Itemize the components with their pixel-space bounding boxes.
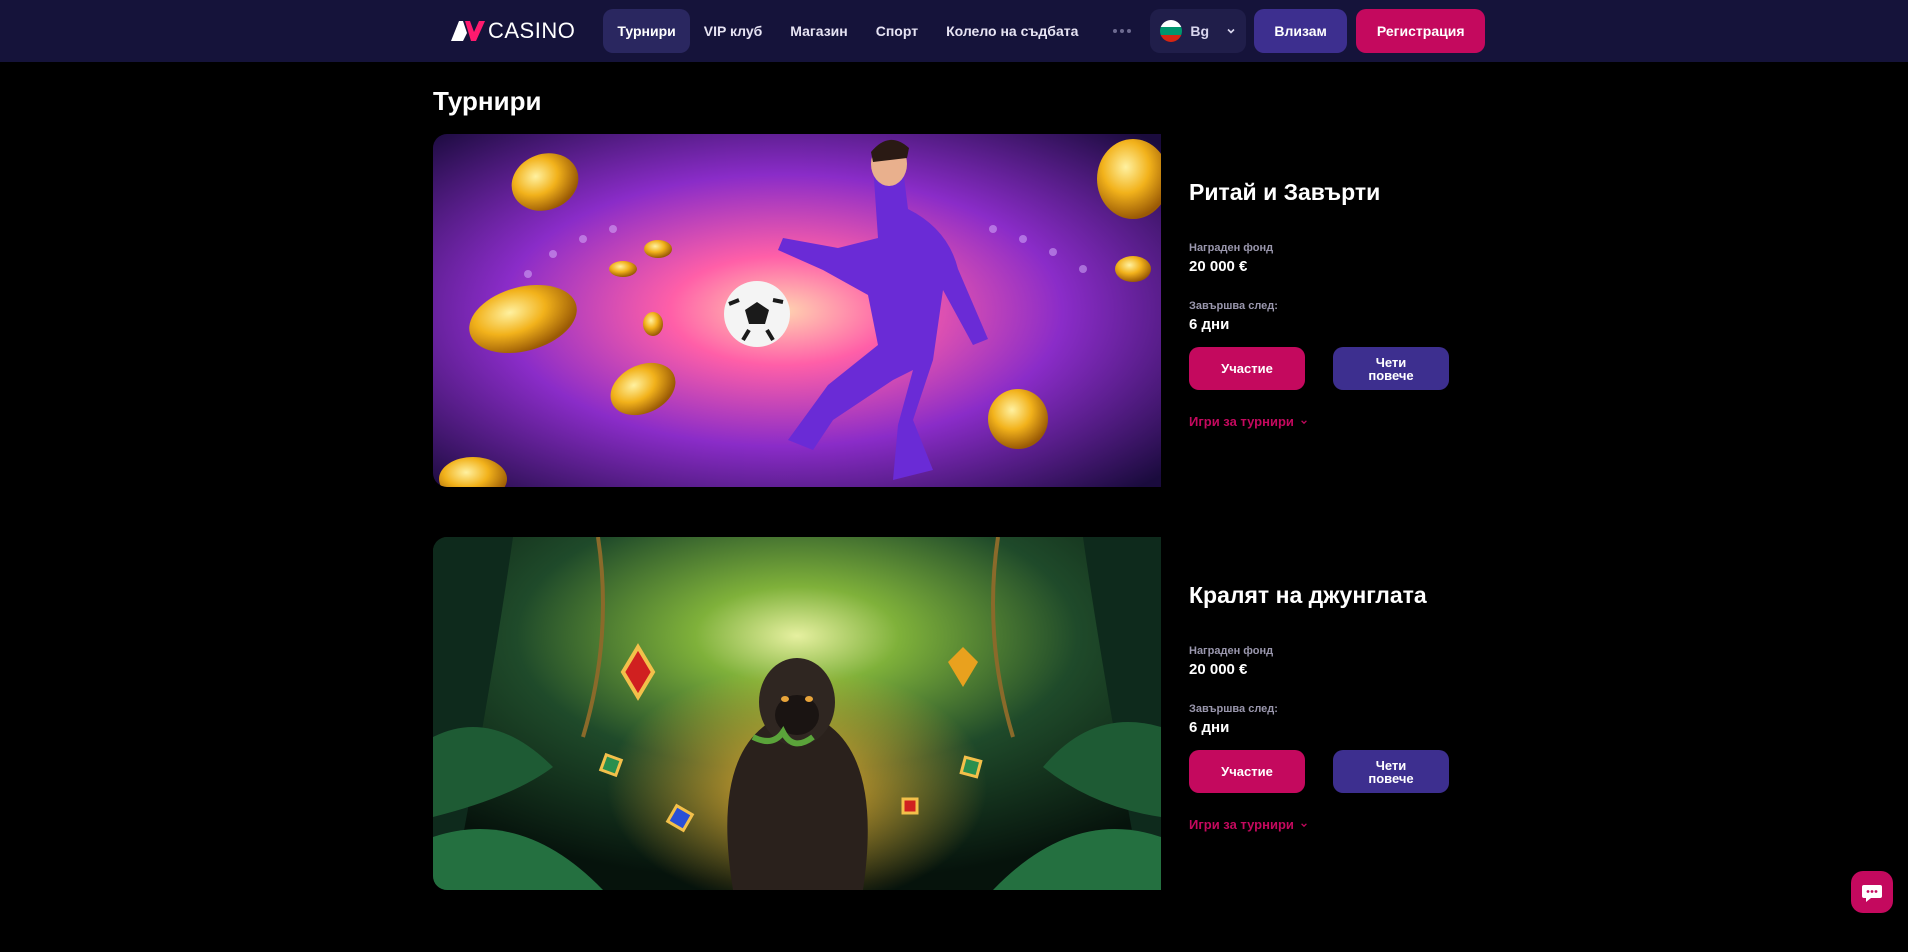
prize-fund-label: Награден фонд [1189,645,1274,657]
prize-fund-value: 20 000 € [1189,661,1248,678]
chevron-down-icon [1301,822,1307,827]
tournament-banner-soccer[interactable] [433,134,1161,487]
chevron-down-icon [1301,419,1307,424]
language-selector[interactable]: Bg [1150,9,1247,53]
tournament-banner-jungle[interactable] [433,537,1161,890]
ends-in-value: 6 дни [1189,719,1230,736]
logo-text: CASINO [488,18,576,43]
read-more-button[interactable]: Чети повече [1333,750,1449,793]
top-navigation-bar: CASINO Турнири VIP клуб Магазин Спорт Ко… [0,0,1908,62]
chat-button[interactable] [1851,871,1893,913]
nav-sport[interactable]: Спорт [862,9,932,53]
read-more-button[interactable]: Чети повече [1333,347,1449,390]
page-title: Турнири [433,86,542,116]
prize-fund-label: Награден фонд [1189,242,1274,254]
main-nav: Турнири VIP клуб Магазин Спорт Колело на… [603,9,1092,53]
join-button[interactable]: Участие [1189,750,1305,793]
tournament-card: Ритай и Завърти Награден фонд 20 000 € З… [433,134,1453,488]
ends-in-value: 6 дни [1189,316,1230,333]
casino-logo[interactable]: CASINO [450,9,575,53]
bulgaria-flag-icon [1160,20,1183,42]
login-button[interactable]: Влизам [1254,9,1347,53]
join-button[interactable]: Участие [1189,347,1305,390]
nav-wheel-of-fortune[interactable]: Колело на съдбата [932,9,1092,53]
chat-bubble-icon [1862,885,1882,902]
soccer-player-coins-banner [433,134,1161,487]
tournament-games-link[interactable]: Игри за турнири [1189,414,1308,429]
more-dots-icon[interactable] [1102,9,1142,53]
prize-fund-value: 20 000 € [1189,258,1248,275]
tournament-card: Кралят на джунглата Награден фонд 20 000… [433,537,1453,891]
tournament-name: Кралят на джунглата [1189,582,1427,608]
logo-mark-icon [451,21,485,41]
tournament-games-label: Игри за турнири [1189,414,1294,429]
tournament-games-label: Игри за турнири [1189,817,1294,832]
language-label: Bg [1190,23,1210,39]
nav-tournaments[interactable]: Турнири [603,9,690,53]
jungle-gorilla-banner [433,537,1161,890]
register-button[interactable]: Регистрация [1355,9,1486,53]
ends-in-label: Завършва след: [1189,703,1278,715]
ends-in-label: Завършва след: [1189,300,1278,312]
tournament-games-link[interactable]: Игри за турнири [1189,817,1308,832]
nav-shop[interactable]: Магазин [776,9,861,53]
tournament-name: Ритай и Завърти [1189,179,1381,205]
top-navigation-content: CASINO Турнири VIP клуб Магазин Спорт Ко… [450,9,1486,53]
chevron-down-icon [1227,28,1235,34]
nav-vip-club[interactable]: VIP клуб [690,9,777,53]
